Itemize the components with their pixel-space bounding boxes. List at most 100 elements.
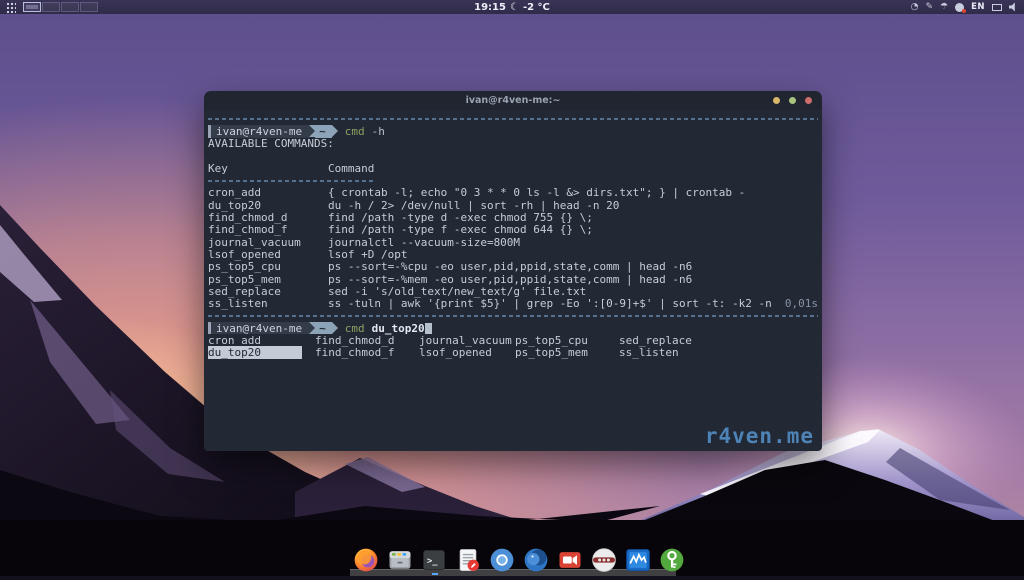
header-separator (208, 174, 818, 186)
window-titlebar[interactable]: ivan@r4ven-me:~ (204, 91, 822, 110)
completion-item-selected: du_top20 (208, 346, 315, 359)
svg-text:>_: >_ (427, 557, 438, 567)
workspace-switcher (23, 2, 98, 12)
row-key: ps_top5_mem (208, 273, 328, 286)
table-row: sed_replacesed -i 's/old_text/new_text/g… (208, 285, 818, 297)
row-command: { crontab -l; echo "0 3 * * 0 ls -l &> d… (328, 186, 745, 199)
powerline-arrow-icon (332, 322, 338, 334)
row-key: find_chmod_d (208, 211, 328, 224)
table-row: ps_top5_memps --sort=-%mem -eo user,pid,… (208, 273, 818, 285)
row-command: find /path -type d -exec chmod 755 {} \; (328, 211, 593, 224)
output-heading: AVAILABLE COMMANDS: (208, 138, 818, 150)
close-button[interactable] (805, 97, 812, 104)
prompt-path: ~ (315, 322, 332, 334)
workspace-4[interactable] (80, 2, 98, 12)
completion-item: ss_listen (619, 346, 679, 359)
system-monitor-icon[interactable] (624, 546, 652, 574)
row-key: du_top20 (208, 199, 328, 212)
terminal-window[interactable]: ivan@r4ven-me:~ ivan@r4ven-me ~ cmd -h AVAI… (204, 91, 822, 451)
row-key: ps_top5_cpu (208, 260, 328, 273)
row-command: ps --sort=-%cpu -eo user,pid,ppid,state,… (328, 260, 692, 273)
volume-icon[interactable] (1009, 2, 1019, 12)
minimize-button[interactable] (773, 97, 780, 104)
command-name: cmd (345, 322, 365, 335)
workspace-3[interactable] (61, 2, 79, 12)
completion-row: cron_addfind_chmod_djournal_vacuumps_top… (208, 334, 818, 346)
terminal-icon[interactable]: >_ (420, 546, 448, 574)
prompt-line-1: ivan@r4ven-me ~ cmd -h (208, 125, 818, 137)
system-tray: ◔ ✎ ☂ EN (911, 2, 1019, 12)
panel-left (5, 1, 98, 13)
row-key: sed_replace (208, 285, 328, 298)
powerline-arrow-icon (332, 125, 338, 137)
table-header: KeyCommand (208, 162, 818, 174)
top-panel: 19:15 ☾ -2 °C ◔ ✎ ☂ EN (0, 0, 1024, 14)
row-key: find_chmod_f (208, 223, 328, 236)
clock-time: 19:15 (474, 2, 506, 13)
completion-item: ps_top5_cpu (515, 334, 619, 347)
file-manager-icon[interactable] (386, 546, 414, 574)
prompt-line-2: ivan@r4ven-me ~ cmd du_top20 (208, 322, 818, 334)
prompt-path: ~ (315, 125, 332, 137)
table-row: lsof_openedlsof +D /opt (208, 248, 818, 260)
row-command: journalctl --vacuum-size=800M (328, 236, 520, 249)
window-title: ivan@r4ven-me:~ (466, 95, 561, 106)
text-cursor (425, 323, 432, 334)
row-command: lsof +D /opt (328, 248, 407, 261)
temperature: -2 °C (523, 2, 550, 13)
col-header-command: Command (328, 162, 374, 175)
applications-menu-icon[interactable] (5, 1, 16, 13)
keepassxc-icon[interactable] (658, 546, 686, 574)
security-badge-icon[interactable] (955, 3, 964, 12)
completion-item: find_chmod_d (315, 334, 419, 347)
prompt-user-host: ivan@r4ven-me (208, 125, 309, 137)
row-key: cron_add (208, 186, 328, 199)
row-key: ss_listen (208, 297, 328, 310)
row-command: ss -tuln | awk '{print $5}' | grep -Eo '… (328, 297, 772, 310)
separator-line (208, 113, 818, 125)
completion-item: cron_add (208, 334, 315, 347)
umbrella-icon[interactable]: ☂ (940, 3, 948, 12)
blank-line (208, 150, 818, 162)
row-command: du -h / 2> /dev/null | sort -rh | head -… (328, 199, 619, 212)
completion-item: find_chmod_f (315, 346, 419, 359)
row-command: sed -i 's/old_text/new_text/g' file.txt (328, 285, 586, 298)
typed-argument: du_top20 (372, 322, 425, 335)
firefox-icon[interactable] (352, 546, 380, 574)
table-row: cron_add{ crontab -l; echo "0 3 * * 0 ls… (208, 187, 818, 199)
completion-item: lsof_opened (419, 346, 515, 359)
workspace-1[interactable] (23, 2, 41, 12)
table-row: ps_top5_cpups --sort=-%cpu -eo user,pid,… (208, 261, 818, 273)
watermark: r4ven.me (705, 424, 814, 448)
clock-widget[interactable]: 19:15 ☾ -2 °C (474, 2, 550, 13)
moon-icon: ☾ (510, 2, 519, 13)
row-command: ps --sort=-%mem -eo user,pid,ppid,state,… (328, 273, 692, 286)
prompt-user-host: ivan@r4ven-me (208, 322, 309, 334)
dock: >_ (352, 546, 686, 574)
row-key: lsof_opened (208, 248, 328, 261)
chromium-icon[interactable] (488, 546, 516, 574)
running-indicator (432, 573, 438, 575)
media-app-icon[interactable] (590, 546, 618, 574)
table-row: ss_listenss -tuln | awk '{print $5}' | g… (208, 297, 818, 309)
window-buttons (773, 91, 812, 110)
status-circle-icon[interactable]: ◔ (911, 3, 919, 12)
maximize-button[interactable] (789, 97, 796, 104)
completion-item: ps_top5_mem (515, 346, 619, 359)
command-args: -h (372, 125, 385, 138)
table-row: find_chmod_dfind /path -type d -exec chm… (208, 211, 818, 223)
pencil-icon[interactable]: ✎ (925, 3, 933, 12)
workspace-2[interactable] (42, 2, 60, 12)
display-icon[interactable] (992, 4, 1002, 11)
screen-recorder-icon[interactable] (556, 546, 584, 574)
command-timing: 0,01s (785, 297, 818, 310)
keyboard-layout-indicator[interactable]: EN (971, 2, 985, 12)
thunderbird-icon[interactable] (522, 546, 550, 574)
text-editor-icon[interactable] (454, 546, 482, 574)
command-name: cmd (345, 125, 365, 138)
table-row: du_top20du -h / 2> /dev/null | sort -rh … (208, 199, 818, 211)
terminal-content[interactable]: ivan@r4ven-me~cmd-h AVAILABLE COMMANDS: … (204, 110, 822, 451)
row-key: journal_vacuum (208, 236, 328, 249)
completion-row: du_top20find_chmod_flsof_openedps_top5_m… (208, 347, 818, 359)
completion-item: sed_replace (619, 334, 692, 347)
